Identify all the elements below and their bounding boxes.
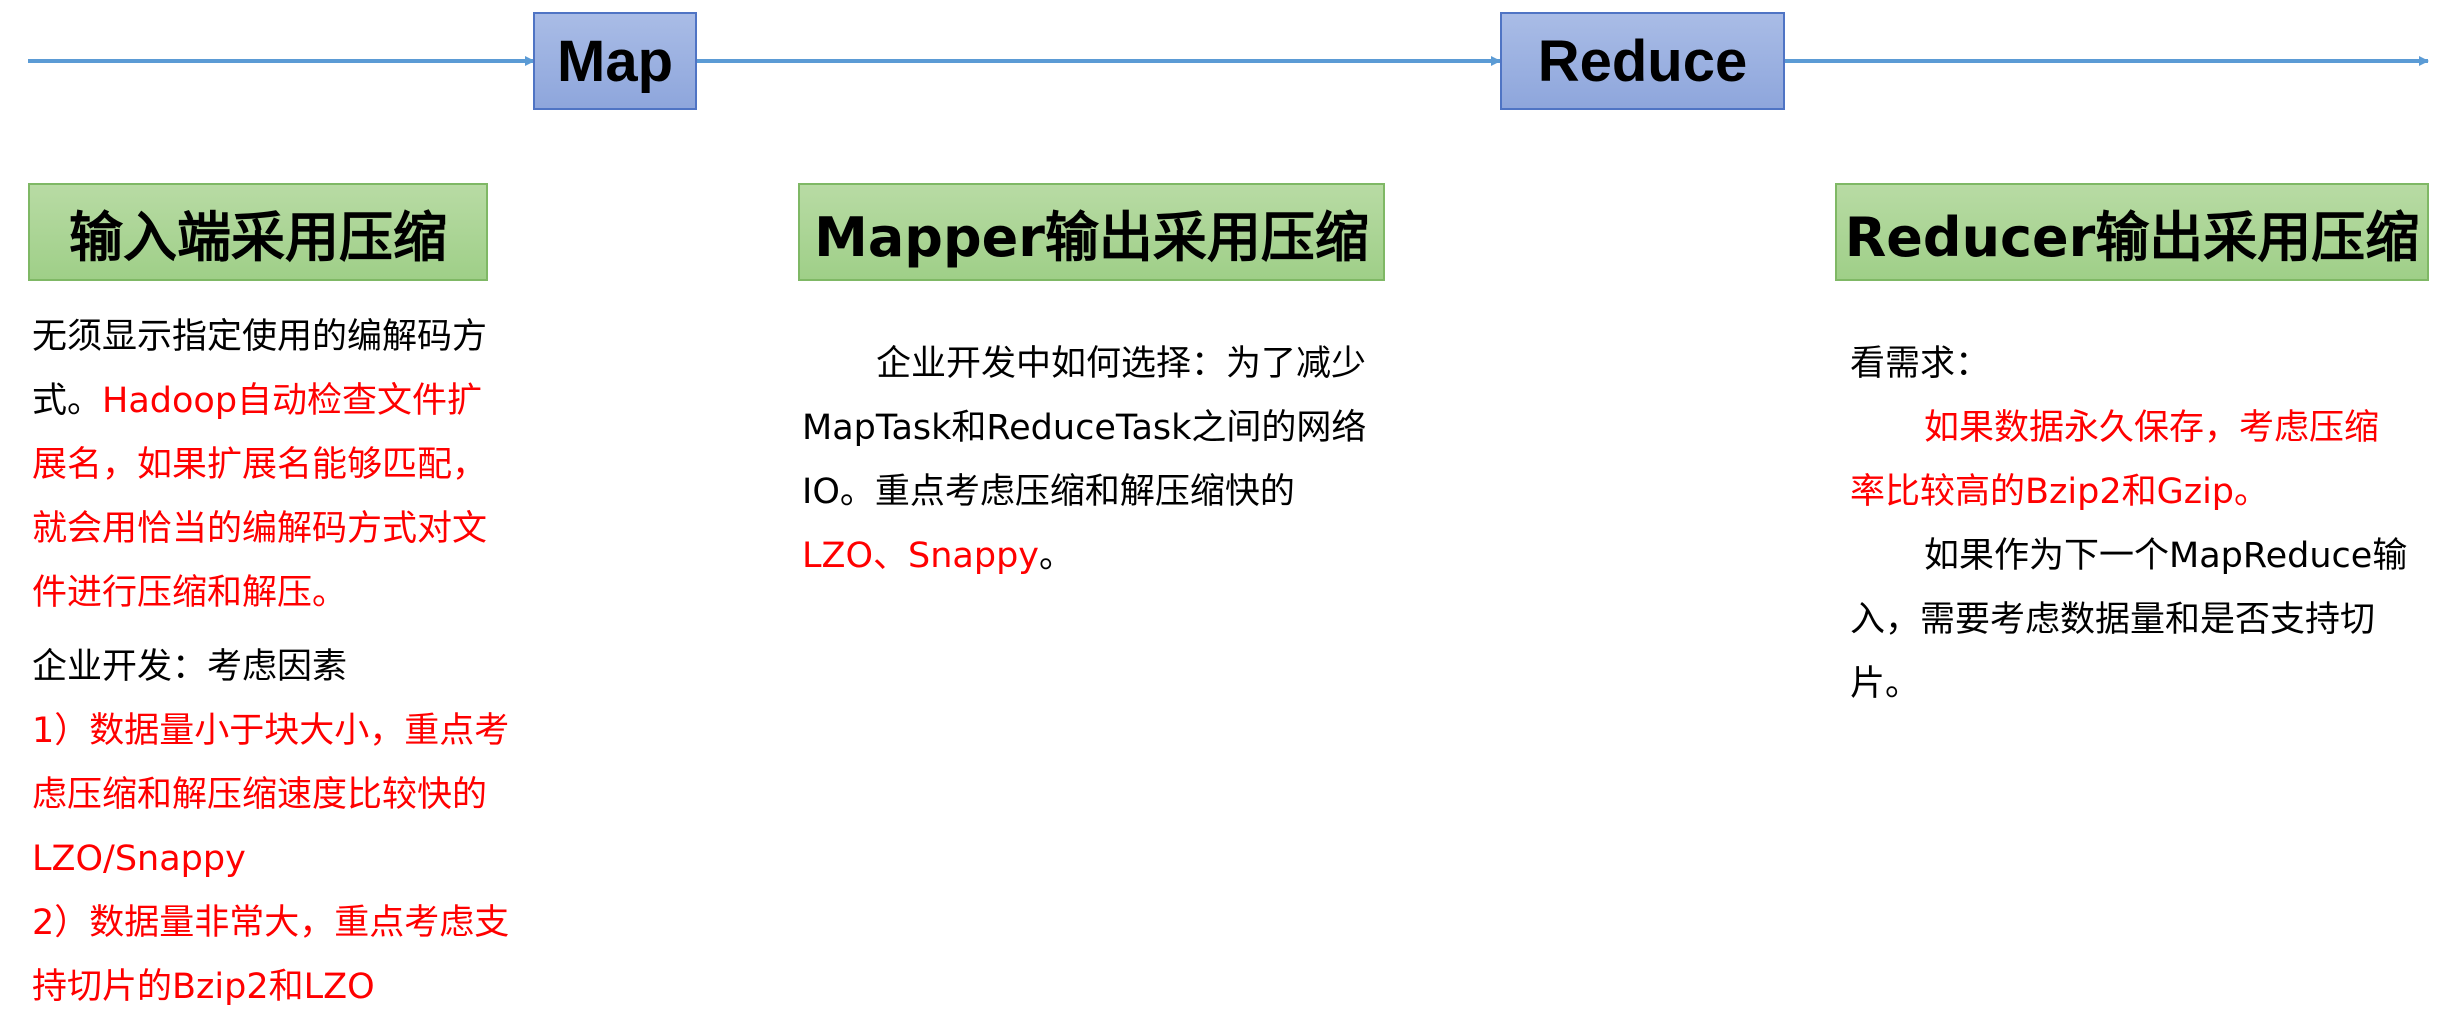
mapper-selection-text: 企业开发中如何选择：为了减少MapTask和ReduceTask之间的网络IO。… (802, 344, 1367, 512)
reducer-output-compression-header: Reducer输出采用压缩 (1835, 183, 2429, 281)
mapper-description: 企业开发中如何选择：为了减少MapTask和ReduceTask之间的网络IO。… (802, 332, 1372, 588)
input-factor-small-data: 1）数据量小于块大小，重点考虑压缩和解压缩速度比较快的LZO/Snappy (32, 711, 510, 879)
mapper-selection-paragraph: 企业开发中如何选择：为了减少MapTask和ReduceTask之间的网络IO。… (802, 332, 1372, 588)
input-compression-header: 输入端采用压缩 (28, 183, 488, 281)
input-factors-title: 企业开发：考虑因素 (32, 647, 348, 687)
reducer-needs-label: 看需求： (1850, 344, 1991, 384)
mapper-codec-highlight: LZO、Snappy (802, 536, 1040, 576)
reducer-next-job-paragraph: 如果作为下一个MapReduce输入，需要考虑数据量和是否支持切片。 (1850, 536, 2408, 704)
pipeline-flow-arrows (28, 56, 2429, 66)
map-stage-box: Map (533, 12, 697, 110)
input-factor-large-data: 2）数据量非常大，重点考虑支持切片的Bzip2和LZO (32, 903, 510, 1007)
input-auto-detect-paragraph: 无须显示指定使用的编解码方式。Hadoop自动检查文件扩展名，如果扩展名能够匹配… (32, 305, 512, 625)
reducer-permanent-storage-paragraph: 如果数据永久保存，考虑压缩率比较高的Bzip2和Gzip。 (1850, 408, 2380, 512)
mapper-selection-end: 。 (1039, 536, 1075, 576)
input-description: 无须显示指定使用的编解码方式。Hadoop自动检查文件扩展名，如果扩展名能够匹配… (32, 305, 512, 1019)
reducer-description: 看需求： 如果数据永久保存，考虑压缩率比较高的Bzip2和Gzip。 如果作为下… (1850, 332, 2412, 716)
mapper-output-compression-header: Mapper输出采用压缩 (798, 183, 1385, 281)
reduce-stage-box: Reduce (1500, 12, 1785, 110)
